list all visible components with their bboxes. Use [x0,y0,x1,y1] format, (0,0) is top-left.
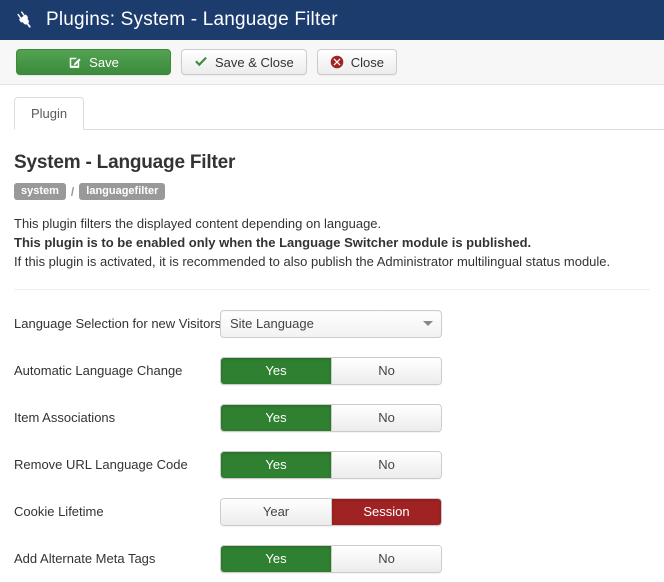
remove-url-language-code-option-yes[interactable]: Yes [221,452,331,478]
edit-square-icon [68,55,82,69]
language-selection-value: Site Language [230,316,423,331]
label-remove-url-language-code: Remove URL Language Code [14,457,220,472]
content-area: System - Language Filter system / langua… [0,130,664,582]
save-button-label: Save [89,55,119,70]
check-icon [194,56,208,68]
cookie-lifetime-option-year[interactable]: Year [221,499,331,525]
badge-separator: / [71,185,74,199]
save-and-close-button-label: Save & Close [215,55,294,70]
form-row-add-alternate-meta-tags: Add Alternate Meta Tags Yes No [14,535,650,582]
label-automatic-language-change: Automatic Language Change [14,363,220,378]
form-row-item-associations: Item Associations Yes No [14,394,650,441]
form-row-cookie-lifetime: Cookie Lifetime Year Session [14,488,650,535]
tab-bar: Plugin [0,85,664,130]
plugin-description-line-2: This plugin is to be enabled only when t… [14,233,650,252]
plugin-title: System - Language Filter [14,152,650,174]
plug-icon [14,9,36,31]
add-alternate-meta-tags-option-yes[interactable]: Yes [221,546,331,572]
label-cookie-lifetime: Cookie Lifetime [14,504,220,519]
close-button[interactable]: Close [317,49,397,75]
save-button[interactable]: Save [16,49,171,75]
form-row-remove-url-language-code: Remove URL Language Code Yes No [14,441,650,488]
add-alternate-meta-tags-toggle[interactable]: Yes No [220,545,442,573]
plugin-description-line-3: If this plugin is activated, it is recom… [14,252,650,271]
remove-url-language-code-toggle[interactable]: Yes No [220,451,442,479]
tab-plugin-label: Plugin [31,106,67,121]
label-language-selection: Language Selection for new Visitors. [14,316,220,331]
language-selection-select[interactable]: Site Language [220,310,442,338]
plugin-description-line-1: This plugin filters the displayed conten… [14,214,650,233]
page-header: Plugins: System - Language Filter [0,0,664,40]
cookie-lifetime-option-session[interactable]: Session [331,499,441,525]
toolbar: Save Save & Close Close [0,40,664,85]
item-associations-option-no[interactable]: No [331,405,441,431]
badge-element: languagefilter [79,183,165,200]
plugin-badges: system / languagefilter [14,183,650,200]
label-add-alternate-meta-tags: Add Alternate Meta Tags [14,551,220,566]
automatic-language-change-toggle[interactable]: Yes No [220,357,442,385]
automatic-language-change-option-no[interactable]: No [331,358,441,384]
automatic-language-change-option-yes[interactable]: Yes [221,358,331,384]
close-circle-icon [330,55,344,69]
chevron-down-icon [423,321,433,326]
cookie-lifetime-toggle[interactable]: Year Session [220,498,442,526]
label-item-associations: Item Associations [14,410,220,425]
plugin-settings-form: Language Selection for new Visitors. Sit… [14,290,650,582]
form-row-automatic-language-change: Automatic Language Change Yes No [14,347,650,394]
remove-url-language-code-option-no[interactable]: No [331,452,441,478]
tab-plugin[interactable]: Plugin [14,97,84,130]
close-button-label: Close [351,55,384,70]
form-row-language-selection: Language Selection for new Visitors. Sit… [14,300,650,347]
add-alternate-meta-tags-option-no[interactable]: No [331,546,441,572]
page-title: Plugins: System - Language Filter [46,9,338,31]
badge-folder: system [14,183,66,200]
item-associations-option-yes[interactable]: Yes [221,405,331,431]
save-and-close-button[interactable]: Save & Close [181,49,307,75]
item-associations-toggle[interactable]: Yes No [220,404,442,432]
